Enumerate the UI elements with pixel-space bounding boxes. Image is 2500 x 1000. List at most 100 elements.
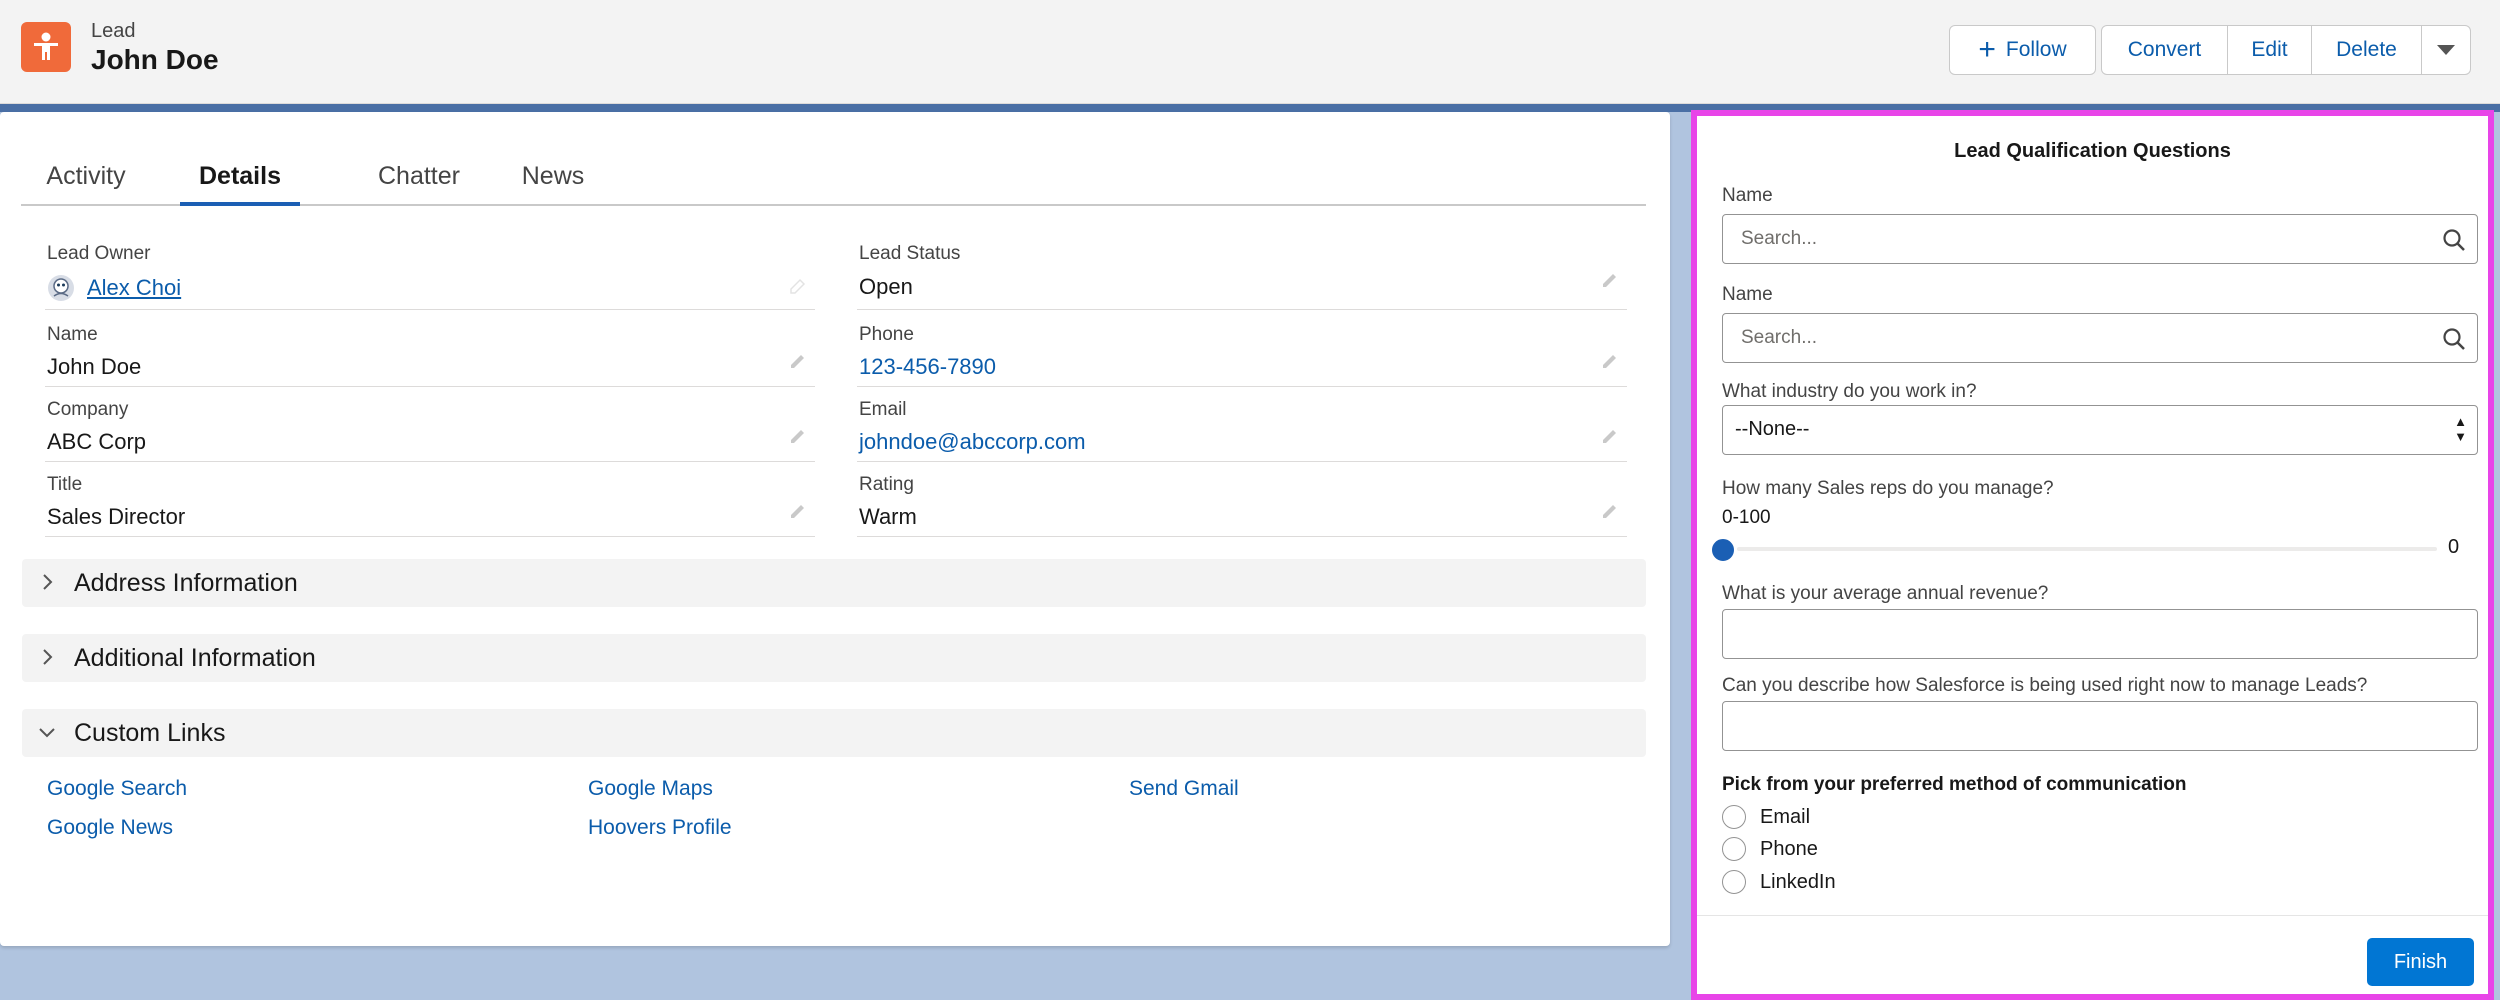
industry-label: What industry do you work in? bbox=[1722, 381, 1977, 402]
radio-label: Email bbox=[1760, 805, 1811, 828]
field-label: Phone bbox=[859, 324, 914, 345]
sales-reps-range: 0-100 bbox=[1722, 507, 1771, 528]
hoovers-profile-link[interactable]: Hoovers Profile bbox=[588, 816, 732, 840]
industry-select[interactable]: --None-- ▲ ▼ bbox=[1722, 405, 2478, 455]
communication-label: Pick from your preferred method of commu… bbox=[1722, 774, 2187, 795]
avatar bbox=[48, 275, 74, 301]
field-email: Email johndoe@abccorp.com bbox=[857, 392, 1627, 462]
edit-button[interactable]: Edit bbox=[2227, 25, 2312, 75]
send-gmail-link[interactable]: Send Gmail bbox=[1129, 777, 1239, 801]
field-value: Open bbox=[859, 274, 913, 299]
lead-person-icon bbox=[21, 22, 71, 72]
google-search-link[interactable]: Google Search bbox=[47, 777, 187, 801]
tab-activity[interactable]: Activity bbox=[40, 140, 132, 206]
field-phone: Phone 123-456-7890 bbox=[857, 317, 1627, 387]
more-actions-button[interactable] bbox=[2421, 25, 2471, 75]
field-label: Name bbox=[47, 324, 98, 345]
pencil-icon[interactable] bbox=[1599, 270, 1621, 292]
radio-circle[interactable] bbox=[1722, 805, 1746, 829]
pencil-icon[interactable] bbox=[1599, 501, 1621, 523]
follow-label: Follow bbox=[2005, 38, 2067, 61]
sales-reps-slider-track[interactable] bbox=[1737, 547, 2437, 551]
finish-button[interactable]: Finish bbox=[2367, 938, 2474, 986]
chevron-down-icon bbox=[2437, 45, 2455, 55]
chevron-down-icon bbox=[39, 728, 55, 738]
field-label: Lead Owner bbox=[47, 243, 151, 264]
plus-icon: + bbox=[1978, 33, 1996, 66]
pencil-icon[interactable] bbox=[787, 501, 809, 523]
phone-link[interactable]: 123-456-7890 bbox=[859, 354, 996, 380]
record-header: Lead John Doe + Follow Convert Edit Dele… bbox=[0, 0, 2500, 104]
name1-label: Name bbox=[1722, 185, 1773, 206]
radio-label: LinkedIn bbox=[1760, 870, 1836, 893]
follow-button[interactable]: + Follow bbox=[1949, 25, 2096, 75]
radio-email[interactable]: Email bbox=[1722, 805, 1810, 829]
google-news-link[interactable]: Google News bbox=[47, 816, 173, 840]
field-lead-owner: Lead Owner Alex Choi bbox=[45, 236, 815, 310]
search-placeholder: Search... bbox=[1741, 228, 1818, 249]
field-value: ABC Corp bbox=[47, 429, 147, 454]
section-title: Address Information bbox=[74, 569, 298, 597]
record-type-label: Lead bbox=[91, 20, 136, 42]
field-rating: Rating Warm bbox=[857, 467, 1627, 537]
convert-button[interactable]: Convert bbox=[2101, 25, 2228, 75]
revenue-input[interactable] bbox=[1722, 609, 2478, 659]
tab-details[interactable]: Details bbox=[180, 140, 300, 206]
sales-reps-value: 0 bbox=[2448, 536, 2460, 558]
google-maps-link[interactable]: Google Maps bbox=[588, 777, 713, 801]
pencil-icon[interactable] bbox=[787, 351, 809, 373]
field-value: Alex Choi bbox=[47, 274, 181, 302]
field-title: Title Sales Director bbox=[45, 467, 815, 537]
delete-button[interactable]: Delete bbox=[2311, 25, 2422, 75]
lead-qualification-panel: Lead Qualification Questions Name Search… bbox=[1691, 110, 2494, 1000]
industry-selected-value: --None-- bbox=[1735, 418, 1810, 440]
radio-circle[interactable] bbox=[1722, 870, 1746, 894]
radio-phone[interactable]: Phone bbox=[1722, 837, 1818, 861]
pencil-icon[interactable] bbox=[1599, 351, 1621, 373]
tab-chatter[interactable]: Chatter bbox=[354, 140, 484, 206]
email-link[interactable]: johndoe@abccorp.com bbox=[859, 429, 1086, 455]
revenue-label: What is your average annual revenue? bbox=[1722, 583, 2049, 604]
tab-news[interactable]: News bbox=[513, 140, 593, 206]
pencil-icon[interactable] bbox=[1599, 426, 1621, 448]
section-custom-links[interactable]: Custom Links bbox=[22, 709, 1646, 757]
change-owner-icon[interactable] bbox=[787, 276, 809, 298]
header-actions: + Follow Convert Edit Delete bbox=[1949, 25, 2471, 75]
search-placeholder: Search... bbox=[1741, 327, 1818, 348]
salesforce-usage-label: Can you describe how Salesforce is being… bbox=[1722, 675, 2368, 696]
select-arrows-icon: ▲ ▼ bbox=[2454, 414, 2467, 444]
pencil-icon[interactable] bbox=[787, 426, 809, 448]
section-address-information[interactable]: Address Information bbox=[22, 559, 1646, 607]
search-icon bbox=[2443, 328, 2465, 350]
section-title: Additional Information bbox=[74, 644, 316, 672]
field-value: Warm bbox=[859, 504, 917, 529]
radio-circle[interactable] bbox=[1722, 837, 1746, 861]
sales-reps-label: How many Sales reps do you manage? bbox=[1722, 478, 2054, 499]
field-value: John Doe bbox=[47, 354, 142, 379]
field-label: Title bbox=[47, 474, 83, 495]
record-name: John Doe bbox=[91, 44, 219, 75]
record-detail-card: Activity Details Chatter News Lead Owner… bbox=[0, 112, 1670, 946]
field-label: Lead Status bbox=[859, 243, 961, 264]
field-label: Rating bbox=[859, 474, 914, 495]
sales-reps-slider-thumb[interactable] bbox=[1712, 539, 1734, 561]
chevron-right-icon bbox=[43, 574, 53, 590]
field-name: Name John Doe bbox=[45, 317, 815, 387]
lead-owner-link[interactable]: Alex Choi bbox=[87, 275, 181, 301]
section-title: Custom Links bbox=[74, 719, 226, 747]
name1-search-input[interactable]: Search... bbox=[1722, 214, 2478, 264]
tab-bar: Activity Details Chatter News bbox=[21, 140, 1646, 206]
field-value: Sales Director bbox=[47, 504, 186, 529]
salesforce-usage-input[interactable] bbox=[1722, 701, 2478, 751]
chevron-right-icon bbox=[43, 649, 53, 665]
action-button-group: Convert Edit Delete bbox=[2101, 25, 2471, 75]
section-additional-information[interactable]: Additional Information bbox=[22, 634, 1646, 682]
field-label: Company bbox=[47, 399, 129, 420]
radio-linkedin[interactable]: LinkedIn bbox=[1722, 870, 1836, 894]
search-icon bbox=[2443, 229, 2465, 251]
panel-title: Lead Qualification Questions bbox=[1954, 140, 2231, 162]
name2-search-input[interactable]: Search... bbox=[1722, 313, 2478, 363]
radio-label: Phone bbox=[1760, 837, 1818, 860]
field-company: Company ABC Corp bbox=[45, 392, 815, 462]
field-label: Email bbox=[859, 399, 907, 420]
